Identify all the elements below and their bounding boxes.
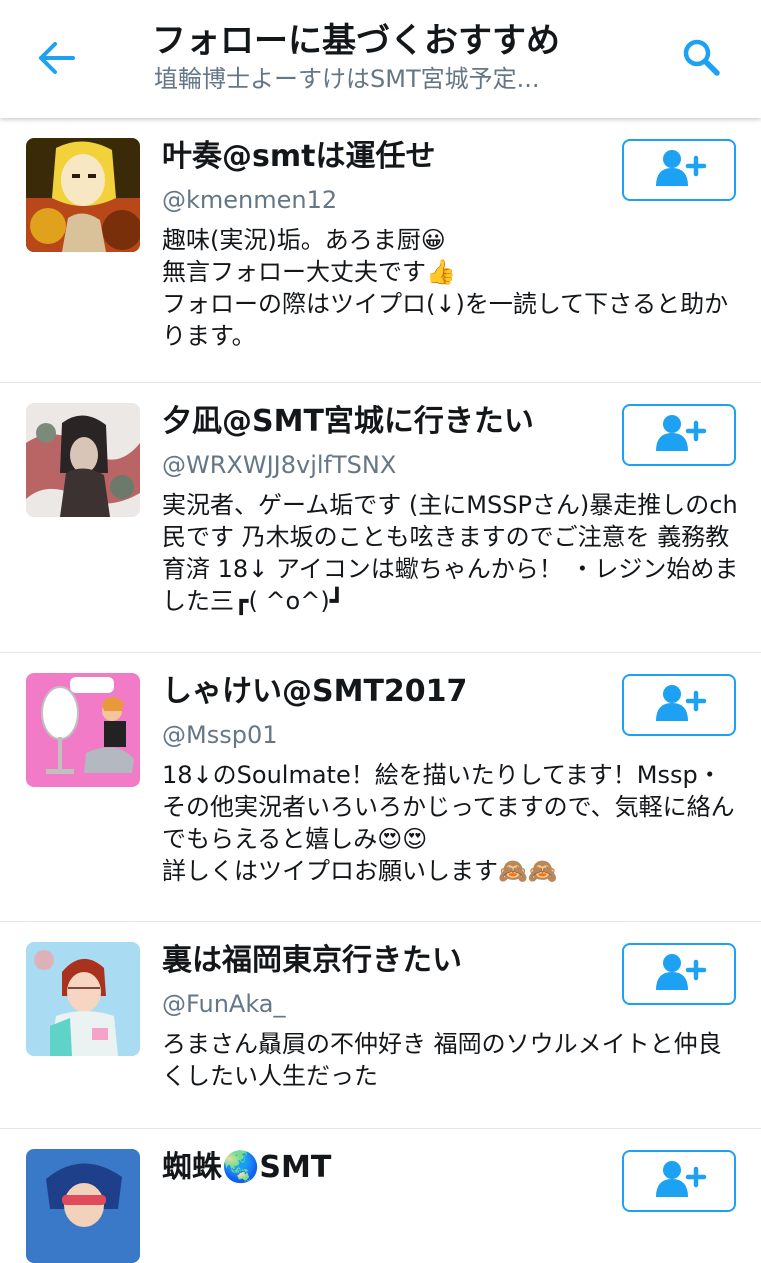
follow-user-icon [650,148,708,192]
user-bio: 18↓のSoulmate！絵を描いたりしてます！Mssp・その他実況者いろいろか… [162,761,735,885]
user-text: 夕凪@SMT宮城に行きたい @WRXWJJ8vjlfTSNX 実況者、ゲーム垢で… [162,401,738,617]
avatar[interactable] [26,673,140,787]
user-handle[interactable]: @WRXWJJ8vjlfTSNX [162,447,602,483]
list-item[interactable]: しゃけい@SMT2017 @Mssp01 18↓のSoulmate！絵を描いたり… [0,653,761,922]
user-name[interactable]: 叶奏@smtは運任せ [162,136,602,178]
list-item[interactable]: 夕凪@SMT宮城に行きたい @WRXWJJ8vjlfTSNX 実況者、ゲーム垢で… [0,383,761,653]
user-bio: 趣味(実況)垢。あろま厨😀 無言フォロー大丈夫です👍 フォローの際はツイプロ(↓… [162,226,729,350]
suggested-users-list: 叶奏@smtは運任せ @kmenmen12 趣味(実況)垢。あろま厨😀 無言フォ… [0,118,761,1263]
user-bio: 実況者、ゲーム垢です (主にMSSPさん)暴走推しのch民です 乃木坂のことも呟… [162,491,739,615]
user-handle[interactable]: @kmenmen12 [162,182,602,218]
follow-user-icon [650,1159,708,1203]
user-name[interactable]: 夕凪@SMT宮城に行きたい [162,401,602,443]
follow-user-icon [650,952,708,996]
arrow-left-icon [37,40,77,80]
follow-button[interactable] [622,943,736,1005]
follow-user-icon [650,413,708,457]
page-title: フォローに基づくおすすめ [152,21,560,61]
user-text: しゃけい@SMT2017 @Mssp01 18↓のSoulmate！絵を描いたり… [162,671,735,887]
avatar[interactable] [26,403,140,517]
avatar[interactable] [26,138,140,252]
user-bio: ろまさん贔屓の不仲好き 福岡のソウルメイトと仲良くしたい人生だった [162,1030,722,1090]
follow-user-icon [650,683,708,727]
follow-button[interactable] [622,1150,736,1212]
top-app-bar: フォローに基づくおすすめ 埴輪博士よーすけはSMT宮城予定... [0,0,761,118]
list-item[interactable]: 裏は福岡東京行きたい @FunAka_ ろまさん贔屓の不仲好き 福岡のソウルメイ… [0,922,761,1129]
avatar[interactable] [26,1149,140,1263]
list-item[interactable]: 叶奏@smtは運任せ @kmenmen12 趣味(実況)垢。あろま厨😀 無言フォ… [0,118,761,383]
avatar[interactable] [26,942,140,1056]
user-name[interactable]: しゃけい@SMT2017 [162,671,602,713]
follow-button[interactable] [622,674,736,736]
user-name[interactable]: 裏は福岡東京行きたい [162,940,602,982]
user-name[interactable]: 蜘蛛🌏SMT [162,1147,602,1189]
follow-button[interactable] [622,404,736,466]
list-item[interactable]: 蜘蛛🌏SMT [0,1129,761,1263]
user-handle[interactable]: @Mssp01 [162,717,602,753]
user-text: 叶奏@smtは運任せ @kmenmen12 趣味(実況)垢。あろま厨😀 無言フォ… [162,136,728,352]
back-button[interactable] [30,36,84,84]
search-icon [680,36,722,82]
user-text: 蜘蛛🌏SMT [162,1147,602,1195]
user-text: 裏は福岡東京行きたい @FunAka_ ろまさん贔屓の不仲好き 福岡のソウルメイ… [162,940,722,1092]
page-subtitle: 埴輪博士よーすけはSMT宮城予定... [154,65,540,93]
search-button[interactable] [672,34,730,84]
follow-button[interactable] [622,139,736,201]
user-handle[interactable]: @FunAka_ [162,986,602,1022]
